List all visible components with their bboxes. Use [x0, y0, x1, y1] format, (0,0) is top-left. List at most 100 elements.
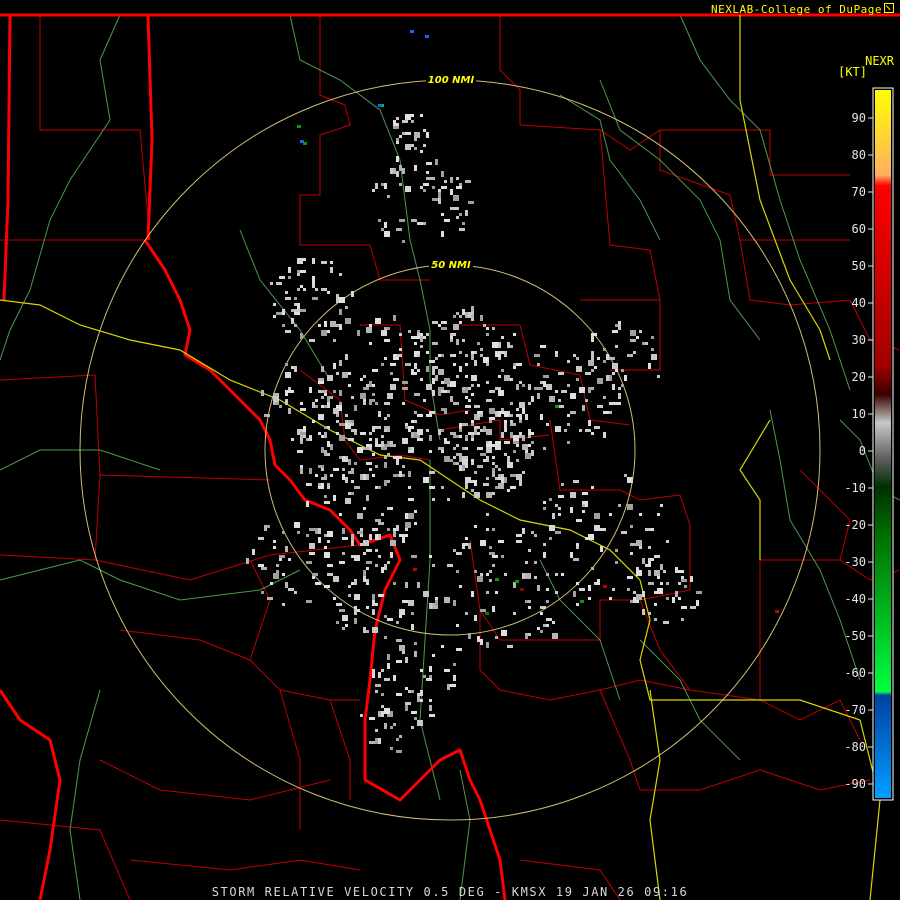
velocity-pixel — [438, 192, 441, 198]
velocity-pixel — [396, 117, 399, 120]
velocity-pixel — [399, 333, 402, 336]
velocity-pixel — [402, 381, 408, 384]
velocity-pixel — [399, 471, 402, 474]
radar-viewport: 50 NMI 100 NMI 90 80 70 60 50 40 30 20 1… — [0, 0, 900, 900]
velocity-pixel — [285, 399, 288, 405]
velocity-pixel — [375, 534, 378, 540]
velocity-pixel — [366, 474, 369, 480]
velocity-pixel — [450, 354, 453, 357]
velocity-pixel — [414, 717, 417, 720]
velocity-pixel — [585, 372, 591, 375]
velocity-pixel — [525, 561, 528, 564]
velocity-pixel — [405, 186, 411, 192]
velocity-pixel — [384, 222, 387, 228]
velocity-pixel — [414, 132, 420, 138]
velocity-pixel — [657, 588, 663, 594]
velocity-pixel — [264, 525, 267, 531]
velocity-pixel — [408, 144, 414, 147]
velocity-pixel — [498, 540, 504, 543]
velocity-pixel — [324, 426, 327, 429]
velocity-pixel — [486, 456, 489, 462]
velocity-pixel — [537, 393, 540, 399]
velocity-pixel — [354, 462, 357, 465]
velocity-pixel — [591, 357, 594, 360]
velocity-pixel — [351, 420, 354, 423]
velocity-pixel — [390, 711, 393, 717]
velocity-pixel — [285, 363, 288, 366]
velocity-pixel — [489, 408, 495, 414]
velocity-pixel — [429, 471, 435, 474]
velocity-pixel — [630, 543, 636, 546]
velocity-pixel — [426, 333, 429, 336]
scale-tick-label: 80 — [852, 148, 866, 162]
velocity-pixel — [360, 474, 363, 480]
velocity-pixel — [405, 702, 411, 705]
velocity-pixel — [258, 537, 264, 540]
velocity-pixel — [342, 474, 345, 480]
velocity-pixel — [399, 456, 402, 459]
velocity-pixel — [423, 144, 426, 147]
velocity-pixel — [441, 321, 447, 324]
velocity-pixel — [384, 327, 387, 330]
velocity-color-scale: 90 80 70 60 50 40 30 20 10 0 -10 -20 -30 -40 -50 -60 -70… — [844, 87, 894, 801]
velocity-pixel — [303, 142, 307, 145]
velocity-pixel — [417, 330, 420, 333]
velocity-pixel — [276, 570, 279, 573]
velocity-pixel — [453, 315, 456, 318]
velocity-pixel — [543, 501, 546, 504]
velocity-pixel — [357, 330, 360, 336]
velocity-pixel — [567, 384, 570, 387]
velocity-pixel — [378, 414, 381, 417]
velocity-pixel — [534, 561, 537, 564]
velocity-pixel — [372, 603, 378, 606]
velocity-pixel — [300, 402, 303, 405]
velocity-pixel — [402, 534, 408, 537]
velocity-pixel — [405, 687, 408, 690]
velocity-pixel — [408, 426, 411, 432]
velocity-pixel — [603, 432, 606, 438]
velocity-pixel — [396, 141, 399, 144]
velocity-pixel — [318, 432, 321, 435]
velocity-pixel — [354, 432, 357, 435]
velocity-pixel — [588, 597, 591, 600]
velocity-pixel — [630, 552, 633, 555]
velocity-pixel — [294, 522, 300, 528]
velocity-pixel — [303, 288, 306, 291]
velocity-pixel — [315, 399, 318, 402]
velocity-pixel — [366, 561, 372, 564]
velocity-pixel — [429, 486, 435, 489]
velocity-pixel — [384, 723, 387, 729]
velocity-pixel — [369, 741, 375, 744]
velocity-pixel — [612, 384, 615, 390]
velocity-pixel — [402, 132, 405, 135]
velocity-pixel — [498, 468, 501, 471]
velocity-pixel — [345, 306, 348, 309]
velocity-pixel — [330, 474, 333, 477]
velocity-pixel — [525, 453, 531, 459]
velocity-pixel — [453, 456, 456, 459]
velocity-pixel — [468, 477, 471, 480]
velocity-pixel — [576, 366, 582, 372]
velocity-pixel — [504, 477, 507, 483]
velocity-pixel — [603, 348, 606, 351]
velocity-pixel — [432, 177, 435, 180]
velocity-pixel — [285, 330, 291, 333]
velocity-pixel — [591, 351, 594, 357]
velocity-pixel — [612, 372, 615, 375]
velocity-pixel — [309, 468, 312, 474]
velocity-pixel — [378, 711, 381, 717]
credit-link[interactable]: NEXLAB-College of DuPage — [711, 3, 894, 16]
velocity-pixel — [594, 513, 600, 519]
velocity-pixel — [330, 564, 333, 567]
velocity-pixel — [447, 498, 450, 501]
velocity-pixel — [507, 489, 510, 492]
velocity-pixel — [393, 126, 399, 129]
velocity-pixel — [375, 549, 378, 552]
velocity-pixel — [372, 384, 375, 387]
velocity-pixel — [465, 405, 471, 408]
velocity-pixel — [417, 414, 423, 417]
velocity-pixel — [546, 624, 549, 627]
velocity-pixel — [417, 429, 423, 435]
velocity-pixel — [309, 552, 315, 555]
velocity-pixel — [492, 555, 498, 558]
